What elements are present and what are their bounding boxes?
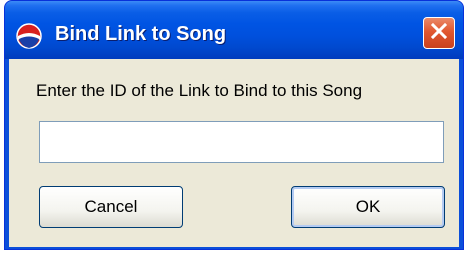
window-title: Bind Link to Song	[55, 23, 227, 45]
title-bar[interactable]: Bind Link to Song	[5, 1, 463, 59]
close-button[interactable]	[423, 17, 455, 49]
app-icon	[15, 22, 43, 50]
ok-button[interactable]: OK	[291, 186, 445, 228]
link-id-input[interactable]	[39, 121, 444, 163]
dialog-body: Enter the ID of the Link to Bind to this…	[9, 59, 459, 247]
cancel-button[interactable]: Cancel	[39, 186, 183, 228]
dialog-window: Bind Link to Song Enter the ID of the Li…	[4, 0, 464, 250]
close-icon	[430, 22, 448, 45]
prompt-label: Enter the ID of the Link to Bind to this…	[36, 81, 363, 100]
